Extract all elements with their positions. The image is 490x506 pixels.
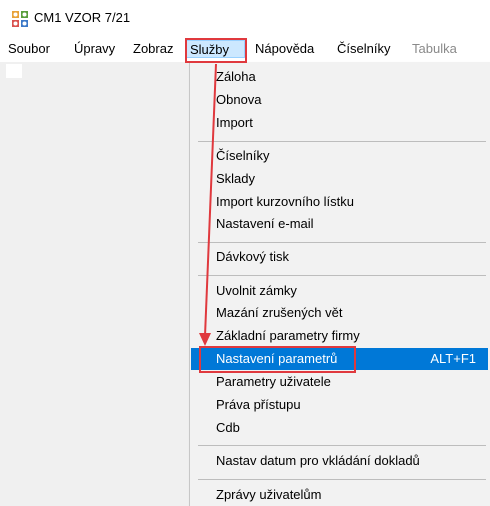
menu-item-zakladni-parametry-firmy[interactable]: Základní parametry firmy [191,325,488,347]
menu-item-cdb[interactable]: Cdb [191,417,488,439]
app-grid-icon [12,11,28,27]
menu-item-nastaveni-parametru[interactable]: Nastavení parametrů ALT+F1 [191,348,488,370]
menu-item-nastav-datum[interactable]: Nastav datum pro vkládání dokladů [191,450,488,472]
menu-soubor[interactable]: Soubor [8,40,50,58]
title-bar: CM1 VZOR 7/21 [0,0,490,36]
menu-separator [198,275,486,276]
menu-zobraz[interactable]: Zobraz [133,40,173,58]
menu-separator [198,479,486,480]
document-tab-stub [6,64,22,78]
menu-item-davkovy-tisk[interactable]: Dávkový tisk [191,246,488,268]
menu-item-sklady[interactable]: Sklady [191,168,488,190]
menu-item-prava-pristupu[interactable]: Práva přístupu [191,394,488,416]
menu-separator [198,141,486,142]
menu-upravy[interactable]: Úpravy [74,40,115,58]
menu-item-import-kurzovniho-listku[interactable]: Import kurzovního lístku [191,191,488,213]
menu-item-mazani-zrusenych-vet[interactable]: Mazání zrušených vět [191,302,488,324]
menu-item-ciselniky[interactable]: Číselníky [191,145,488,167]
menu-ciselniky[interactable]: Číselníky [337,40,390,58]
menu-tabulka[interactable]: Tabulka [412,40,457,58]
menu-item-obnova[interactable]: Obnova [191,89,488,111]
menu-item-import[interactable]: Import [191,112,488,134]
shortcut-label: ALT+F1 [430,351,476,366]
menu-item-zaloha[interactable]: Záloha [191,66,488,88]
menu-separator [198,445,486,446]
menu-item-nastaveni-email[interactable]: Nastavení e-mail [191,213,488,235]
menu-item-zpravy-uzivatelum[interactable]: Zprávy uživatelům [191,484,488,506]
menu-item-parametry-uzivatele[interactable]: Parametry uživatele [191,371,488,393]
window-title: CM1 VZOR 7/21 [34,10,131,25]
menu-separator [198,242,486,243]
menu-sluzby[interactable]: Služby [186,40,245,58]
menu-item-uvolnit-zamky[interactable]: Uvolnit zámky [191,280,488,302]
menu-napoveda[interactable]: Nápověda [255,40,314,58]
